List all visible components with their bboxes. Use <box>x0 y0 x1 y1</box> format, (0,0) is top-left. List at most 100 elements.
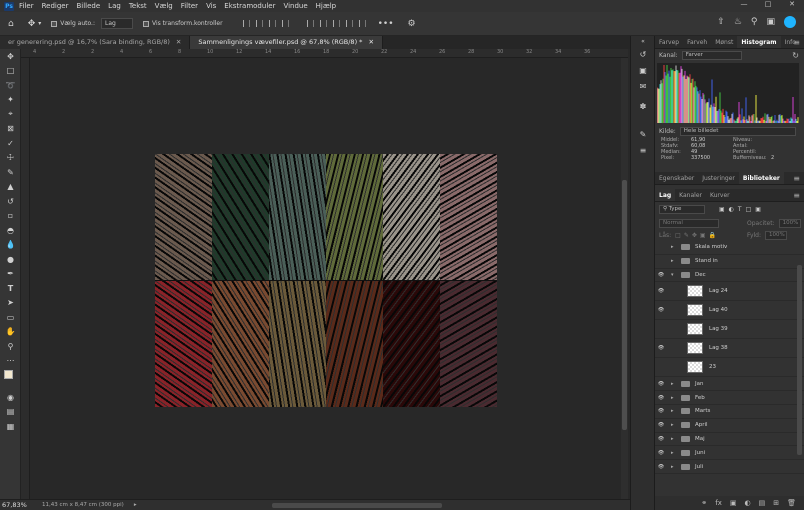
menu-item-hjælp[interactable]: Hjælp <box>316 2 336 10</box>
chevron-icon[interactable]: ▸ <box>671 436 674 442</box>
zoom-level[interactable]: 67,83% <box>2 501 32 509</box>
tab-lag[interactable]: Lag <box>655 189 676 201</box>
menu-item-tekst[interactable]: Tekst <box>129 2 147 10</box>
chevron-icon[interactable]: ▸ <box>671 464 674 470</box>
visibility-eye-icon[interactable]: 👁 <box>655 450 667 456</box>
layer-row[interactable]: ▸ Stand in <box>655 255 804 269</box>
frame-tool-icon[interactable]: ⊠ <box>0 122 21 137</box>
notifications-icon[interactable]: ♨ <box>734 17 742 28</box>
menu-item-billede[interactable]: Billede <box>76 2 100 10</box>
autoselect-dropdown[interactable]: Lag <box>101 18 133 29</box>
menu-item-lag[interactable]: Lag <box>108 2 121 10</box>
search-icon[interactable]: ⚲ <box>751 17 758 28</box>
minimize-icon[interactable]: — <box>732 0 756 8</box>
layer-row[interactable]: 👁 ▸ April <box>655 419 804 433</box>
scroll-thumb[interactable] <box>622 180 627 430</box>
pen-tool-icon[interactable]: ✒ <box>0 267 21 282</box>
align-hcenter-icon[interactable] <box>255 20 263 27</box>
fx-icon[interactable]: fx <box>715 499 722 507</box>
comments-icon[interactable]: ✉ <box>631 78 655 94</box>
brush-settings-icon[interactable]: ✎ <box>631 126 655 142</box>
visibility-eye-icon[interactable]: 👁 <box>655 307 667 313</box>
layer-row[interactable]: 👁 ▸ Juli <box>655 460 804 474</box>
zoom-tool-icon[interactable]: ⚲ <box>0 339 21 354</box>
refresh-icon[interactable]: ↻ <box>792 51 799 60</box>
delete-layer-icon[interactable]: 🗑 <box>787 499 796 507</box>
chevron-icon[interactable]: ▾ <box>671 272 674 278</box>
opacity-input[interactable]: 100% <box>778 218 801 228</box>
layer-row[interactable]: 23 <box>655 358 804 378</box>
new-group-icon[interactable]: ▤ <box>759 499 766 507</box>
tab-biblioteker[interactable]: Biblioteker <box>738 172 784 184</box>
new-layer-icon[interactable]: ⊞ <box>773 499 779 507</box>
history-brush-icon[interactable]: ↺ <box>0 194 21 209</box>
eraser-icon[interactable]: ▫ <box>0 209 21 224</box>
home-icon[interactable]: ⌂ <box>8 19 14 29</box>
color-swatches[interactable] <box>0 368 21 390</box>
quick-mask-icon[interactable]: ◉ <box>0 390 21 405</box>
menu-item-filter[interactable]: Filter <box>181 2 198 10</box>
visibility-eye-icon[interactable]: 👁 <box>655 436 667 442</box>
eyedropper-icon[interactable]: ✓ <box>0 136 21 151</box>
tab-kanaler[interactable]: Kanaler <box>675 189 706 201</box>
rectangle-tool-icon[interactable]: ▭ <box>0 310 21 325</box>
menu-item-ekstramoduler[interactable]: Ekstramoduler <box>224 2 275 10</box>
visibility-eye-icon[interactable]: 👁 <box>655 422 667 428</box>
camera-icon[interactable]: ▣ <box>631 62 655 78</box>
tab-farveh[interactable]: Farveh <box>683 36 711 48</box>
close-tab-icon[interactable]: ✕ <box>368 38 373 46</box>
document-canvas[interactable] <box>155 154 497 407</box>
chevron-icon[interactable]: ▸ <box>671 395 674 401</box>
visibility-eye-icon[interactable]: 👁 <box>655 272 667 278</box>
chevron-icon[interactable]: ▸ <box>671 422 674 428</box>
align-right-icon[interactable] <box>268 20 276 27</box>
layer-row[interactable]: 👁 Lag 40 <box>655 301 804 321</box>
chevron-icon[interactable]: ▸ <box>671 381 674 387</box>
more-tools-icon[interactable]: ⋯ <box>0 354 21 369</box>
distribute-v-icon[interactable] <box>345 20 353 27</box>
menu-item-filer[interactable]: Filer <box>19 2 34 10</box>
magic-wand-icon[interactable]: ✦ <box>0 93 21 108</box>
blur-tool-icon[interactable]: 💧 <box>0 238 21 253</box>
visibility-eye-icon[interactable]: 👁 <box>655 381 667 387</box>
tab-justeringer[interactable]: Justeringer <box>698 172 739 184</box>
layer-filter-select[interactable]: ⚲ Type <box>659 205 705 214</box>
layer-row[interactable]: 👁 Lag 38 <box>655 339 804 359</box>
panel-menu-icon[interactable]: ≡ <box>793 172 800 185</box>
visibility-eye-icon[interactable]: 👁 <box>655 408 667 414</box>
visibility-eye-icon[interactable]: 👁 <box>655 464 667 470</box>
adjustment-layer-icon[interactable]: ◐ <box>745 499 751 507</box>
hand-tool-icon[interactable]: ✋ <box>0 325 21 340</box>
lock-icons[interactable]: □✎✥▣🔒 <box>675 232 719 239</box>
close-tab-icon[interactable]: ✕ <box>176 38 181 46</box>
layer-row[interactable]: 👁 ▾ Dec <box>655 269 804 283</box>
layer-row[interactable]: 👁 ▸ Marts <box>655 405 804 419</box>
visibility-eye-icon[interactable]: 👁 <box>655 345 667 351</box>
layer-row[interactable]: 👁 ▸ Jan <box>655 377 804 392</box>
layer-row[interactable]: 👁 ▸ Juni <box>655 446 804 461</box>
blend-mode-select[interactable]: Normal <box>659 218 719 228</box>
layer-row[interactable]: ▸ Skala motiv <box>655 241 804 255</box>
chevron-icon[interactable]: ▸ <box>671 244 674 250</box>
share-icon[interactable]: ⇧ <box>717 17 725 28</box>
layer-row[interactable]: 👁 ▸ Maj <box>655 433 804 447</box>
navigator-icon[interactable]: ✽ <box>631 98 655 114</box>
autoselect-checkbox[interactable]: Vælg auto.: <box>51 20 95 27</box>
type-tool-icon[interactable]: T <box>0 281 21 296</box>
visibility-eye-icon[interactable]: 👁 <box>655 395 667 401</box>
link-layers-icon[interactable]: ⚭ <box>701 499 707 507</box>
avatar[interactable] <box>784 16 796 28</box>
panel-menu-icon[interactable]: ≡ <box>793 36 800 49</box>
brush-tool-icon[interactable]: ✎ <box>0 165 21 180</box>
paint-bucket-icon[interactable]: ◓ <box>0 223 21 238</box>
marquee-tool-icon[interactable]: □ <box>0 64 21 79</box>
maximize-icon[interactable]: □ <box>756 0 780 8</box>
distribute-h-icon[interactable] <box>281 20 289 27</box>
channel-select[interactable]: Farver <box>681 50 742 60</box>
horizontal-scrollbar[interactable] <box>272 503 442 508</box>
document-info[interactable]: 11,43 cm x 8,47 cm (300 ppi) <box>42 502 124 508</box>
menu-item-vis[interactable]: Vis <box>206 2 216 10</box>
fill-input[interactable]: 100% <box>765 230 787 240</box>
align-top-icon[interactable] <box>306 20 314 27</box>
tab-farvep[interactable]: Farvep <box>655 36 683 48</box>
